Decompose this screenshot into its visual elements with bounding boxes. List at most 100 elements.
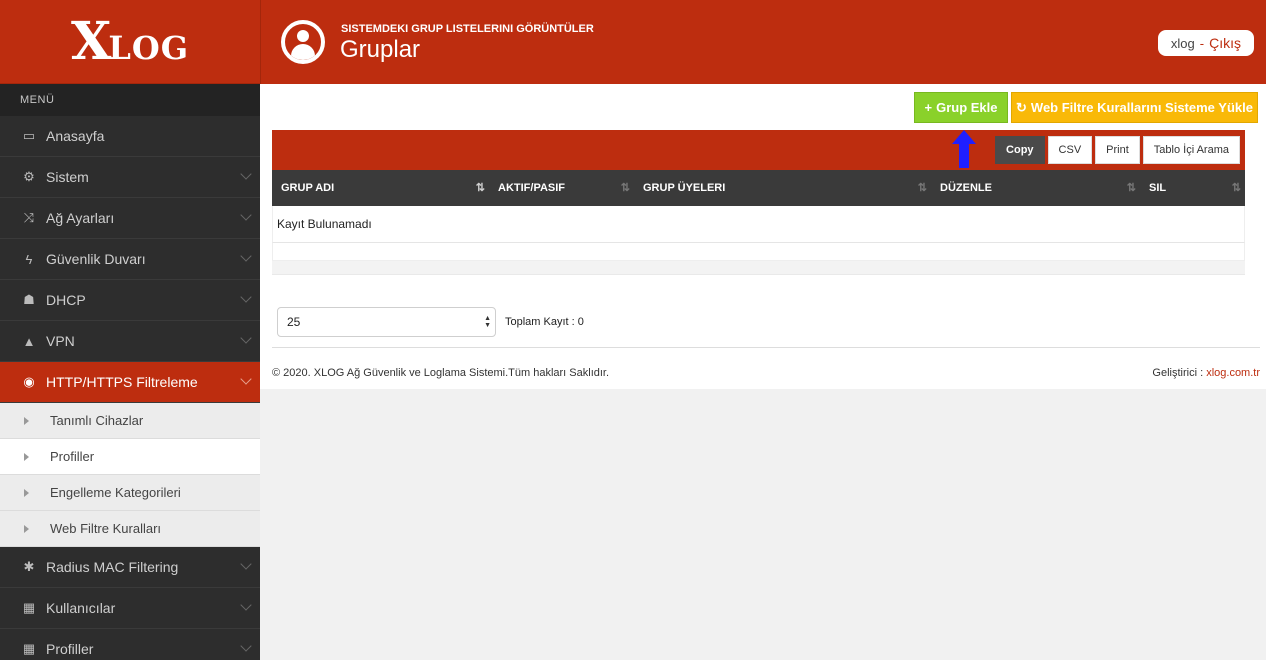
road-icon: ▲ xyxy=(22,333,36,349)
column-header-sil[interactable]: SIL ⇅ xyxy=(1140,170,1245,206)
th-large-icon: ▦ xyxy=(22,600,36,615)
chevron-down-icon xyxy=(240,373,252,385)
random-icon: ⤨ xyxy=(23,210,35,225)
sidebar-subitem-profiller[interactable]: Profiller xyxy=(0,439,260,475)
table-scrollbar[interactable] xyxy=(272,261,1245,275)
developer-label: Geliştirici : xyxy=(1152,367,1207,379)
sidebar-item-label: Kullanıcılar xyxy=(46,600,116,616)
sidebar-item-label: Güvenlik Duvarı xyxy=(46,251,146,267)
groups-table: Copy CSV Print Tablo İçi Arama GRUP ADI … xyxy=(272,130,1245,275)
sidebar-subitem-web-filtre-kurallari[interactable]: Web Filtre Kuralları xyxy=(0,511,260,547)
chevron-down-icon xyxy=(240,291,252,303)
add-group-button[interactable]: + Grup Ekle xyxy=(914,92,1008,123)
empty-message: Kayıt Bulunamadı xyxy=(277,217,372,231)
page-header: SISTEMDEKI GRUP LISTELERINI GÖRÜNTÜLER G… xyxy=(260,0,1266,84)
chevron-down-icon xyxy=(240,168,252,180)
sidebar-item-label: VPN xyxy=(46,333,75,349)
add-group-label: Grup Ekle xyxy=(936,100,998,115)
main-content: + Grup Ekle ↻ Web Filtre Kurallarını Sis… xyxy=(260,84,1266,389)
sidebar-subitem-label: Tanımlı Cihazlar xyxy=(50,413,144,428)
chevron-down-icon xyxy=(240,599,252,611)
sidebar-item-anasayfa[interactable]: ▭ Anasayfa xyxy=(0,116,260,157)
user-circle-icon xyxy=(281,20,325,64)
sidebar-item-http-filtreleme[interactable]: ◉ HTTP/HTTPS Filtreleme xyxy=(0,362,260,403)
table-header: GRUP ADI ⇅ AKTIF/PASIF ⇅ GRUP ÜYELERI ⇅ … xyxy=(272,170,1245,206)
copy-button[interactable]: Copy xyxy=(995,136,1045,164)
sidebar-item-label: Ağ Ayarları xyxy=(46,210,115,226)
print-button[interactable]: Print xyxy=(1095,136,1140,164)
footer-divider xyxy=(272,347,1260,348)
laptop-icon: ▭ xyxy=(22,128,36,143)
th-large-icon: ▦ xyxy=(22,641,36,656)
sidebar-item-radius-mac[interactable]: ✱ Radius MAC Filtering xyxy=(0,547,260,588)
username[interactable]: xlog xyxy=(1171,36,1195,51)
sidebar-subitem-label: Web Filtre Kuralları xyxy=(50,521,162,536)
sidebar-item-label: Anasayfa xyxy=(46,128,105,144)
table-body-padding xyxy=(272,243,1245,261)
pager: 25 ▲ ▼ Toplam Kayıt : 0 xyxy=(277,307,584,337)
page-size-select[interactable]: 25 ▲ ▼ xyxy=(277,307,496,337)
logout-link[interactable]: Çıkış xyxy=(1209,35,1241,51)
sort-icon: ⇅ xyxy=(475,182,485,194)
chevron-down-icon xyxy=(240,558,252,570)
sidebar-item-dhcp[interactable]: ☗ DHCP xyxy=(0,280,260,321)
sort-icon: ⇅ xyxy=(620,182,630,194)
logo-area[interactable]: X LOG xyxy=(0,0,260,84)
caret-right-icon xyxy=(24,488,29,497)
sidebar-item-vpn[interactable]: ▲ VPN xyxy=(0,321,260,362)
sidebar-item-label: DHCP xyxy=(46,292,86,308)
gears-icon: ⚙ xyxy=(23,169,35,184)
user-separator: - xyxy=(1199,35,1205,51)
sort-icon: ⇅ xyxy=(1126,182,1136,194)
total-records: Toplam Kayıt : 0 xyxy=(505,316,584,328)
load-web-filter-rules-label: Web Filtre Kurallarını Sisteme Yükle xyxy=(1030,100,1253,115)
sidebar-subitem-tanimli-cihazlar[interactable]: Tanımlı Cihazlar xyxy=(0,403,260,439)
table-row-empty: Kayıt Bulunamadı xyxy=(272,206,1245,243)
sidebar-subitem-label: Engelleme Kategorileri xyxy=(50,485,181,500)
menu-heading: MENÜ xyxy=(0,84,260,116)
table-search-button[interactable]: Tablo İçi Arama xyxy=(1142,136,1240,164)
sidebar-subitem-engelleme-kategorileri[interactable]: Engelleme Kategorileri xyxy=(0,475,260,511)
chevron-down-icon xyxy=(240,209,252,221)
export-buttons: Copy CSV Print Tablo İçi Arama xyxy=(995,136,1240,164)
sidebar-item-label: Radius MAC Filtering xyxy=(46,559,179,575)
column-header-aktif-pasif[interactable]: AKTIF/PASIF ⇅ xyxy=(489,170,634,206)
refresh-icon: ↻ xyxy=(1016,99,1027,115)
chevron-down-icon xyxy=(240,250,252,262)
sidebar-item-profiller[interactable]: ▦ Profiller xyxy=(0,629,260,660)
sidebar-item-guvenlik-duvari[interactable]: ϟ Güvenlik Duvarı xyxy=(0,239,260,280)
bolt-icon: ϟ xyxy=(25,251,33,267)
sidebar: X LOG MENÜ ▭ Anasayfa ⚙ Sistem ⤨ Ağ Ayarl… xyxy=(0,0,260,660)
load-web-filter-rules-button[interactable]: ↻ Web Filtre Kurallarını Sisteme Yükle xyxy=(1011,92,1258,123)
page-size-value: 25 xyxy=(287,315,301,329)
chevron-down-icon xyxy=(240,640,252,652)
sidebar-item-ag-ayarlari[interactable]: ⤨ Ağ Ayarları xyxy=(0,198,260,239)
column-header-duzenle[interactable]: DÜZENLE ⇅ xyxy=(931,170,1140,206)
column-header-grup-adi[interactable]: GRUP ADI ⇅ xyxy=(272,170,489,206)
caret-right-icon xyxy=(24,524,29,533)
sidebar-item-label: Sistem xyxy=(46,169,89,185)
sidebar-subitem-label: Profiller xyxy=(50,449,95,464)
column-header-grup-uyeleri[interactable]: GRUP ÜYELERI ⇅ xyxy=(634,170,931,206)
caret-right-icon xyxy=(24,452,29,461)
caret-right-icon xyxy=(24,416,29,425)
sort-icon: ⇅ xyxy=(917,182,927,194)
sidebar-item-label: Profiller xyxy=(46,641,94,657)
plus-icon: + xyxy=(924,100,933,115)
footer-copyright: © 2020. XLOG Ağ Güvenlik ve Loglama Sist… xyxy=(272,367,610,379)
page-title: Gruplar xyxy=(340,36,421,63)
asterisk-icon: ✱ xyxy=(23,559,35,574)
arrow-up-icon xyxy=(952,130,976,168)
footer-developer: Geliştirici : xlog.com.tr xyxy=(1152,367,1260,379)
table-toolbar: Copy CSV Print Tablo İçi Arama xyxy=(272,130,1245,170)
developer-link[interactable]: xlog.com.tr xyxy=(1206,367,1260,379)
sort-icon: ⇅ xyxy=(1231,182,1241,194)
page-subtitle: SISTEMDEKI GRUP LISTELERINI GÖRÜNTÜLER xyxy=(341,23,594,35)
select-arrows-icon: ▲ ▼ xyxy=(484,315,491,329)
sidebar-item-kullanicilar[interactable]: ▦ Kullanıcılar xyxy=(0,588,260,629)
sidebar-item-sistem[interactable]: ⚙ Sistem xyxy=(0,157,260,198)
xlog-logo: X LOG xyxy=(70,10,190,72)
sidebar-item-label: HTTP/HTTPS Filtreleme xyxy=(46,374,198,390)
sitemap-icon: ☗ xyxy=(23,292,35,307)
csv-button[interactable]: CSV xyxy=(1047,136,1093,164)
